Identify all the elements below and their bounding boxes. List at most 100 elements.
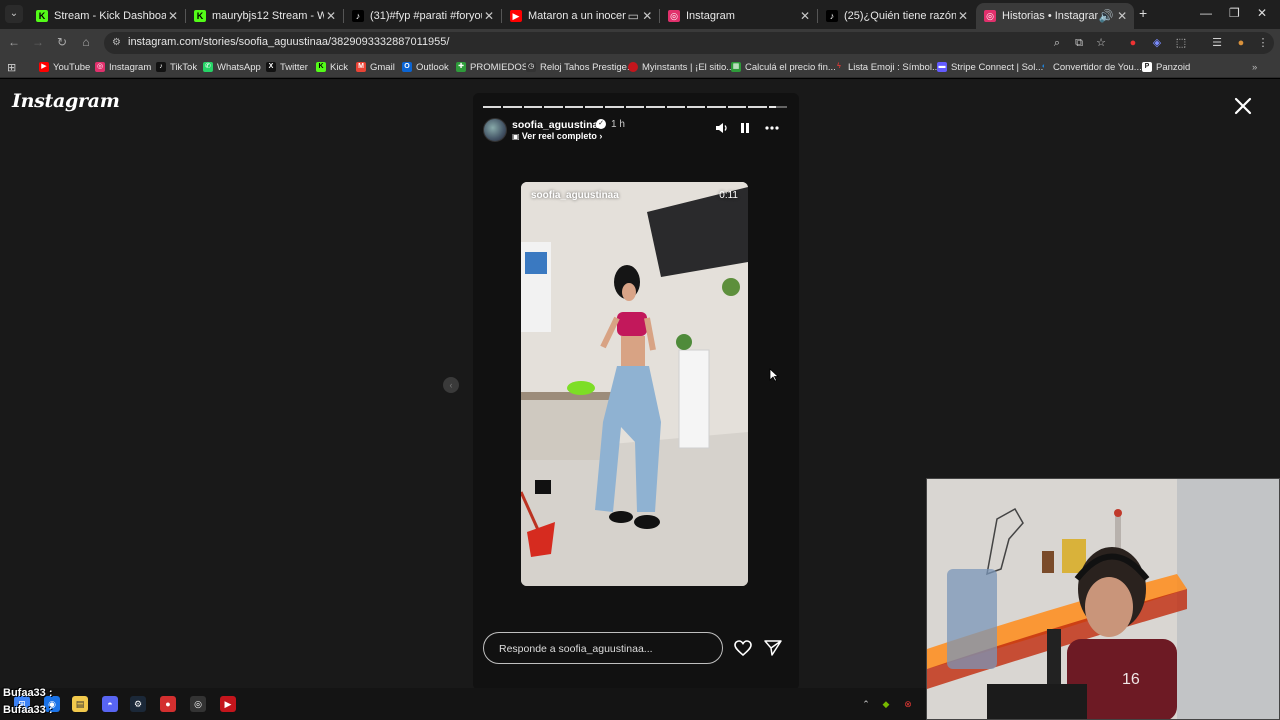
myinstants-icon bbox=[628, 62, 638, 72]
previous-story-button[interactable]: ‹ bbox=[443, 377, 459, 393]
progress-segment-current bbox=[768, 106, 788, 108]
svg-text:16: 16 bbox=[1122, 671, 1140, 688]
video-duration: 0:11 bbox=[719, 190, 738, 201]
site-info-icon[interactable]: ⚙ bbox=[112, 37, 123, 48]
discord-icon[interactable]: ◓ bbox=[102, 696, 118, 712]
tab-kick-dashboard[interactable]: K Stream - Kick Dashboard ✕ bbox=[28, 3, 186, 29]
restore-icon[interactable]: ❐ bbox=[1229, 6, 1240, 20]
chat-line: Bufaa33 : bbox=[3, 687, 53, 699]
close-icon[interactable]: 🔊 ✕ bbox=[1098, 9, 1128, 23]
new-tab-icon[interactable]: + bbox=[1139, 5, 1147, 21]
zoom-icon[interactable]: ⌕ bbox=[1050, 36, 1064, 50]
extensions-icon[interactable]: ⬚ bbox=[1174, 36, 1188, 50]
media-player-icon[interactable]: ▶ bbox=[220, 696, 236, 712]
minimize-icon[interactable]: — bbox=[1200, 6, 1212, 20]
bookmark-promiedos[interactable]: ✚ PROMIEDOS bbox=[456, 60, 528, 74]
bookmark-instagram[interactable]: ◎ Instagram bbox=[95, 60, 151, 74]
tab-instagram-stories[interactable]: ◎ Historias • Instagram 🔊 ✕ bbox=[976, 3, 1134, 29]
close-icon[interactable]: ✕ bbox=[166, 9, 180, 23]
bookmark-tiktok[interactable]: ♪ TikTok bbox=[156, 60, 197, 74]
close-icon[interactable] bbox=[1232, 95, 1254, 117]
apps-grid-icon[interactable]: ⊞ bbox=[7, 60, 16, 74]
instagram-logo[interactable]: Instagram bbox=[12, 90, 120, 112]
home-icon[interactable]: ⌂ bbox=[78, 34, 94, 50]
tab-title: (31)#fyp #parati #foryou | TikTo bbox=[370, 10, 482, 22]
bookmark-myinstants[interactable]: Myinstants | ¡El sitio... bbox=[628, 60, 734, 74]
bookmark-youtube[interactable]: ▶ YouTube bbox=[39, 60, 90, 74]
reply-input[interactable]: Responde a soofia_aguustinaa... bbox=[483, 632, 723, 664]
record-icon[interactable]: ⊗ bbox=[900, 696, 916, 712]
obs-icon[interactable]: ◎ bbox=[190, 696, 206, 712]
progress-segment bbox=[544, 106, 563, 108]
extension-icon[interactable]: ◈ bbox=[1150, 36, 1164, 50]
navigation-bar: ← → ↻ ⌂ ⚙ instagram.com/stories/soofia_a… bbox=[0, 29, 1280, 56]
reading-list-icon[interactable]: ☰ bbox=[1210, 36, 1224, 50]
stripe-icon: ▬ bbox=[937, 62, 947, 72]
bookmark-label: PROMIEDOS bbox=[470, 61, 529, 73]
bookmark-calcula[interactable]: ▦ Calculá el precio fin... bbox=[731, 60, 836, 74]
reload-icon[interactable]: ↻ bbox=[54, 34, 70, 50]
forward-icon[interactable]: → bbox=[30, 34, 46, 50]
volume-icon[interactable] bbox=[714, 120, 730, 136]
back-icon[interactable]: ← bbox=[6, 34, 22, 50]
bookmark-label: Gmail bbox=[370, 61, 395, 73]
bookmark-emoji[interactable]: ϟ Lista Emoji : Símbol... bbox=[834, 60, 940, 74]
whatsapp-icon: ✆ bbox=[203, 62, 213, 72]
more-options-icon[interactable] bbox=[764, 120, 780, 136]
app-icon[interactable]: ● bbox=[160, 696, 176, 712]
pause-icon[interactable] bbox=[737, 120, 753, 136]
bookmark-outlook[interactable]: O Outlook bbox=[402, 60, 449, 74]
view-full-reel-link[interactable]: ▣ Ver reel completo › bbox=[512, 131, 602, 141]
bookmark-label: Outlook bbox=[416, 61, 449, 73]
story-video[interactable]: soofia_aguustinaa 0:11 bbox=[521, 182, 748, 586]
tab-tiktok-1[interactable]: ♪ (31)#fyp #parati #foryou | TikTo ✕ bbox=[344, 3, 502, 29]
profile-avatar-icon[interactable]: ● bbox=[1234, 36, 1248, 50]
bookmark-panzoid[interactable]: P Panzoid bbox=[1142, 60, 1190, 74]
send-icon[interactable] bbox=[763, 639, 783, 657]
bookmark-whatsapp[interactable]: ✆ WhatsApp bbox=[203, 60, 261, 74]
heart-icon[interactable] bbox=[733, 639, 753, 657]
mouse-cursor-icon bbox=[769, 368, 779, 382]
watch-icon: ◷ bbox=[526, 62, 536, 72]
address-bar[interactable]: ⚙ instagram.com/stories/soofia_aguustina… bbox=[104, 32, 1274, 54]
file-explorer-icon[interactable]: ▤ bbox=[72, 696, 88, 712]
chevron-up-icon[interactable]: ⌃ bbox=[858, 696, 874, 712]
bookmark-star-icon[interactable]: ☆ bbox=[1094, 36, 1108, 50]
progress-segment bbox=[564, 106, 584, 108]
bookmark-gmail[interactable]: M Gmail bbox=[356, 60, 395, 74]
close-icon[interactable]: ✕ bbox=[798, 9, 812, 23]
close-icon[interactable]: ✕ bbox=[482, 9, 496, 23]
bookmark-kick[interactable]: K Kick bbox=[316, 60, 348, 74]
tab-title: maurybjs12 Stream - Watch Liv bbox=[212, 10, 324, 22]
nvidia-icon[interactable]: ◆ bbox=[878, 696, 894, 712]
tab-kick-stream[interactable]: K maurybjs12 Stream - Watch Liv ✕ bbox=[186, 3, 344, 29]
story-username[interactable]: soofia_aguustinaa bbox=[512, 119, 604, 131]
avatar[interactable] bbox=[483, 118, 507, 142]
tab-search-icon[interactable]: ⌄ bbox=[5, 5, 23, 23]
close-icon[interactable]: ▭ ✕ bbox=[626, 9, 654, 23]
bookmark-stripe[interactable]: ▬ Stripe Connect | Sol... bbox=[937, 60, 1043, 74]
outlook-icon: O bbox=[402, 62, 412, 72]
install-app-icon[interactable]: ⧉ bbox=[1072, 36, 1086, 50]
progress-segment bbox=[707, 106, 726, 108]
chevron-right-icon: › bbox=[596, 131, 603, 141]
close-window-icon[interactable]: ✕ bbox=[1257, 6, 1267, 20]
stream-chat-overlay: Bufaa33 : Bufaa33 : bbox=[3, 685, 53, 719]
bookmark-reloj[interactable]: ◷ Reloj Tahos Prestige... bbox=[526, 60, 635, 74]
url-text[interactable]: instagram.com/stories/soofia_aguustinaa/… bbox=[128, 36, 449, 48]
tab-instagram[interactable]: ◎ Instagram ✕ bbox=[660, 3, 818, 29]
tab-youtube[interactable]: ▶ Mataron a un inocente #sh ▭ ✕ bbox=[502, 3, 660, 29]
menu-kebab-icon[interactable]: ⋮ bbox=[1256, 36, 1270, 50]
tab-tiktok-2[interactable]: ♪ (25)¿Quién tiene razón en la ba ✕ bbox=[818, 3, 976, 29]
steam-icon[interactable]: ⚙ bbox=[130, 696, 146, 712]
bookmark-convertidor[interactable]: ◐ Convertidor de You... bbox=[1039, 60, 1142, 74]
close-icon[interactable]: ✕ bbox=[956, 9, 970, 23]
kick-icon: K bbox=[194, 10, 206, 22]
extension-icon[interactable]: ● bbox=[1126, 36, 1140, 50]
bookmark-twitter[interactable]: X Twitter bbox=[266, 60, 308, 74]
verified-badge-icon: ✓ bbox=[596, 119, 606, 129]
more-bookmarks-icon[interactable]: » bbox=[1252, 60, 1257, 74]
video-username: soofia_aguustinaa bbox=[531, 190, 619, 201]
close-icon[interactable]: ✕ bbox=[324, 9, 338, 23]
progress-segment bbox=[646, 106, 665, 108]
